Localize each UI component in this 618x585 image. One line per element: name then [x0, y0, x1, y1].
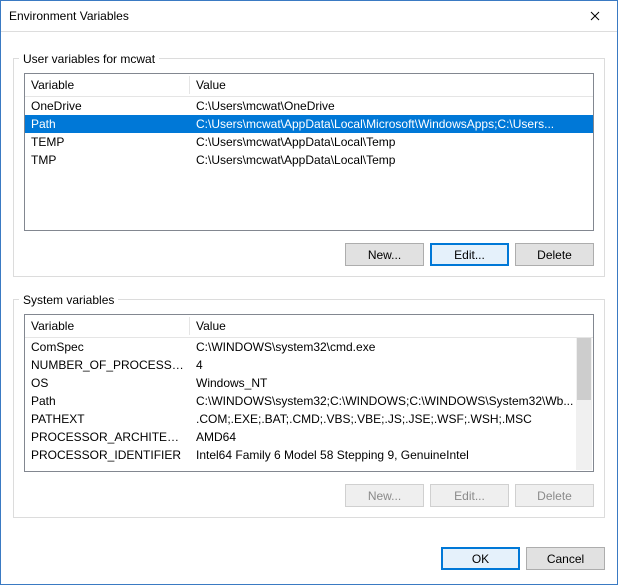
environment-variables-dialog: Environment Variables User variables for… — [0, 0, 618, 585]
list-row[interactable]: ComSpecC:\WINDOWS\system32\cmd.exe — [25, 338, 593, 356]
system-delete-button[interactable]: Delete — [515, 484, 594, 507]
column-header-variable[interactable]: Variable — [25, 76, 190, 94]
cell-variable: OS — [25, 374, 190, 392]
titlebar: Environment Variables — [1, 1, 617, 32]
column-header-value[interactable]: Value — [190, 317, 593, 335]
cell-variable: Path — [25, 392, 190, 410]
cell-value: AMD64 — [190, 428, 593, 446]
cell-value: C:\WINDOWS\system32\cmd.exe — [190, 338, 593, 356]
list-row[interactable]: PROCESSOR_ARCHITECTUREAMD64 — [25, 428, 593, 446]
user-new-button[interactable]: New... — [345, 243, 424, 266]
user-variables-buttons: New... Edit... Delete — [24, 243, 594, 266]
cell-variable: Path — [25, 115, 190, 133]
cell-variable: ComSpec — [25, 338, 190, 356]
window-title: Environment Variables — [9, 9, 572, 23]
cell-variable: PROCESSOR_IDENTIFIER — [25, 446, 190, 464]
dialog-buttons: OK Cancel — [1, 539, 617, 584]
cell-variable: PATHEXT — [25, 410, 190, 428]
user-variables-label: User variables for mcwat — [19, 52, 159, 66]
column-header-variable[interactable]: Variable — [25, 317, 190, 335]
list-row[interactable]: TEMPC:\Users\mcwat\AppData\Local\Temp — [25, 133, 593, 151]
cell-variable: TEMP — [25, 133, 190, 151]
cell-value: C:\Users\mcwat\AppData\Local\Temp — [190, 133, 593, 151]
cell-value: C:\Users\mcwat\AppData\Local\Microsoft\W… — [190, 115, 593, 133]
list-row[interactable]: OSWindows_NT — [25, 374, 593, 392]
list-row[interactable]: PathC:\WINDOWS\system32;C:\WINDOWS;C:\WI… — [25, 392, 593, 410]
system-variables-group: Variable Value ComSpecC:\WINDOWS\system3… — [13, 299, 605, 518]
user-variables-group: Variable Value OneDriveC:\Users\mcwat\On… — [13, 58, 605, 277]
system-variables-buttons: New... Edit... Delete — [24, 484, 594, 507]
close-icon[interactable] — [572, 1, 617, 31]
cell-value: Windows_NT — [190, 374, 593, 392]
ok-button[interactable]: OK — [441, 547, 520, 570]
user-edit-button[interactable]: Edit... — [430, 243, 509, 266]
list-row[interactable]: TMPC:\Users\mcwat\AppData\Local\Temp — [25, 151, 593, 169]
cell-variable: NUMBER_OF_PROCESSORS — [25, 356, 190, 374]
scrollbar[interactable] — [576, 338, 592, 470]
cell-variable: PROCESSOR_ARCHITECTURE — [25, 428, 190, 446]
cell-value: C:\Users\mcwat\OneDrive — [190, 97, 593, 115]
system-new-button[interactable]: New... — [345, 484, 424, 507]
user-delete-button[interactable]: Delete — [515, 243, 594, 266]
cell-variable: TMP — [25, 151, 190, 169]
cell-value: C:\WINDOWS\system32;C:\WINDOWS;C:\WINDOW… — [190, 392, 593, 410]
user-variables-list[interactable]: Variable Value OneDriveC:\Users\mcwat\On… — [24, 73, 594, 231]
list-row[interactable]: OneDriveC:\Users\mcwat\OneDrive — [25, 97, 593, 115]
list-row[interactable]: PROCESSOR_IDENTIFIERIntel64 Family 6 Mod… — [25, 446, 593, 464]
cell-value: .COM;.EXE;.BAT;.CMD;.VBS;.VBE;.JS;.JSE;.… — [190, 410, 593, 428]
system-edit-button[interactable]: Edit... — [430, 484, 509, 507]
cell-variable: OneDrive — [25, 97, 190, 115]
list-row[interactable]: NUMBER_OF_PROCESSORS4 — [25, 356, 593, 374]
dialog-content: User variables for mcwat Variable Value … — [1, 32, 617, 539]
cancel-button[interactable]: Cancel — [526, 547, 605, 570]
cell-value: C:\Users\mcwat\AppData\Local\Temp — [190, 151, 593, 169]
column-header-value[interactable]: Value — [190, 76, 593, 94]
list-row[interactable]: PathC:\Users\mcwat\AppData\Local\Microso… — [25, 115, 593, 133]
list-row[interactable]: PATHEXT.COM;.EXE;.BAT;.CMD;.VBS;.VBE;.JS… — [25, 410, 593, 428]
list-header: Variable Value — [25, 74, 593, 97]
cell-value: 4 — [190, 356, 593, 374]
system-variables-list[interactable]: Variable Value ComSpecC:\WINDOWS\system3… — [24, 314, 594, 472]
scrollbar-thumb[interactable] — [577, 338, 591, 400]
list-header: Variable Value — [25, 315, 593, 338]
cell-value: Intel64 Family 6 Model 58 Stepping 9, Ge… — [190, 446, 593, 464]
system-variables-label: System variables — [19, 293, 118, 307]
